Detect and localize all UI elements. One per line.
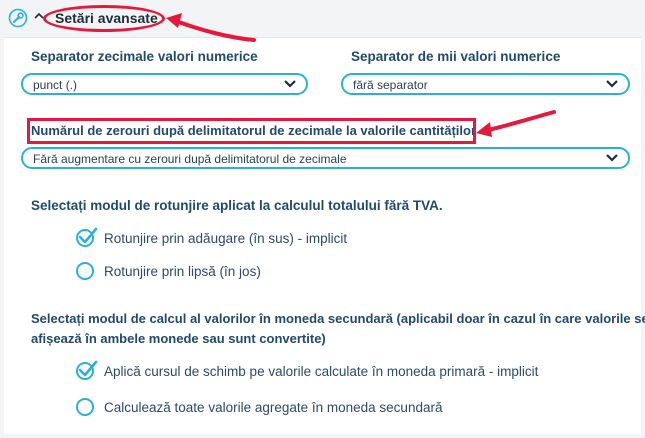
panel-border-right (641, 37, 645, 438)
thousands-separator-label: Separator de mii valori numerice (351, 49, 561, 64)
annotation-box (27, 118, 476, 144)
secondary-currency-question-line2: afișează în ambele monede sau sunt conve… (31, 331, 326, 346)
decimal-separator-label: Separator zecimale valori numerice (31, 49, 258, 64)
annotation-arrow-title (166, 13, 256, 42)
checkmark-icon (78, 360, 98, 377)
decimal-separator-select[interactable]: punct (.) (21, 73, 308, 95)
wrench-icon (8, 8, 28, 28)
chevron-down-icon (606, 80, 618, 88)
thousands-separator-value: fără separator (353, 78, 428, 92)
zeros-setting-value: Fără augmentare cu zerouri după delimita… (33, 152, 347, 166)
chevron-down-icon (284, 80, 296, 88)
rounding-question: Selectați modul de rotunjire aplicat la … (31, 198, 443, 213)
checkmark-icon (78, 227, 98, 244)
chevron-down-icon (606, 154, 618, 162)
rounding-option-down-label: Rotunjire prin lipsă (în jos) (104, 264, 261, 279)
decimal-separator-value: punct (.) (33, 78, 78, 92)
annotation-arrow-zeros (476, 110, 556, 137)
zeros-setting-select[interactable]: Fără augmentare cu zerouri după delimita… (21, 147, 630, 169)
secondary-currency-question-line1: Selectați modul de calcul al valorilor î… (31, 311, 645, 326)
annotation-oval (43, 5, 165, 32)
radio-circle[interactable] (76, 398, 94, 416)
currency-option-secondary-aggregate-label: Calculează toate valorile agregate în mo… (104, 400, 443, 415)
radio-circle[interactable] (76, 262, 94, 280)
panel-border-bottom (0, 434, 645, 438)
currency-option-primary-rate-label: Aplică cursul de schimb pe valorile calc… (104, 364, 539, 379)
rounding-option-up-label: Rotunjire prin adăugare (în sus) - impli… (104, 231, 348, 246)
panel-border-left (0, 37, 4, 438)
thousands-separator-select[interactable]: fără separator (341, 73, 630, 95)
